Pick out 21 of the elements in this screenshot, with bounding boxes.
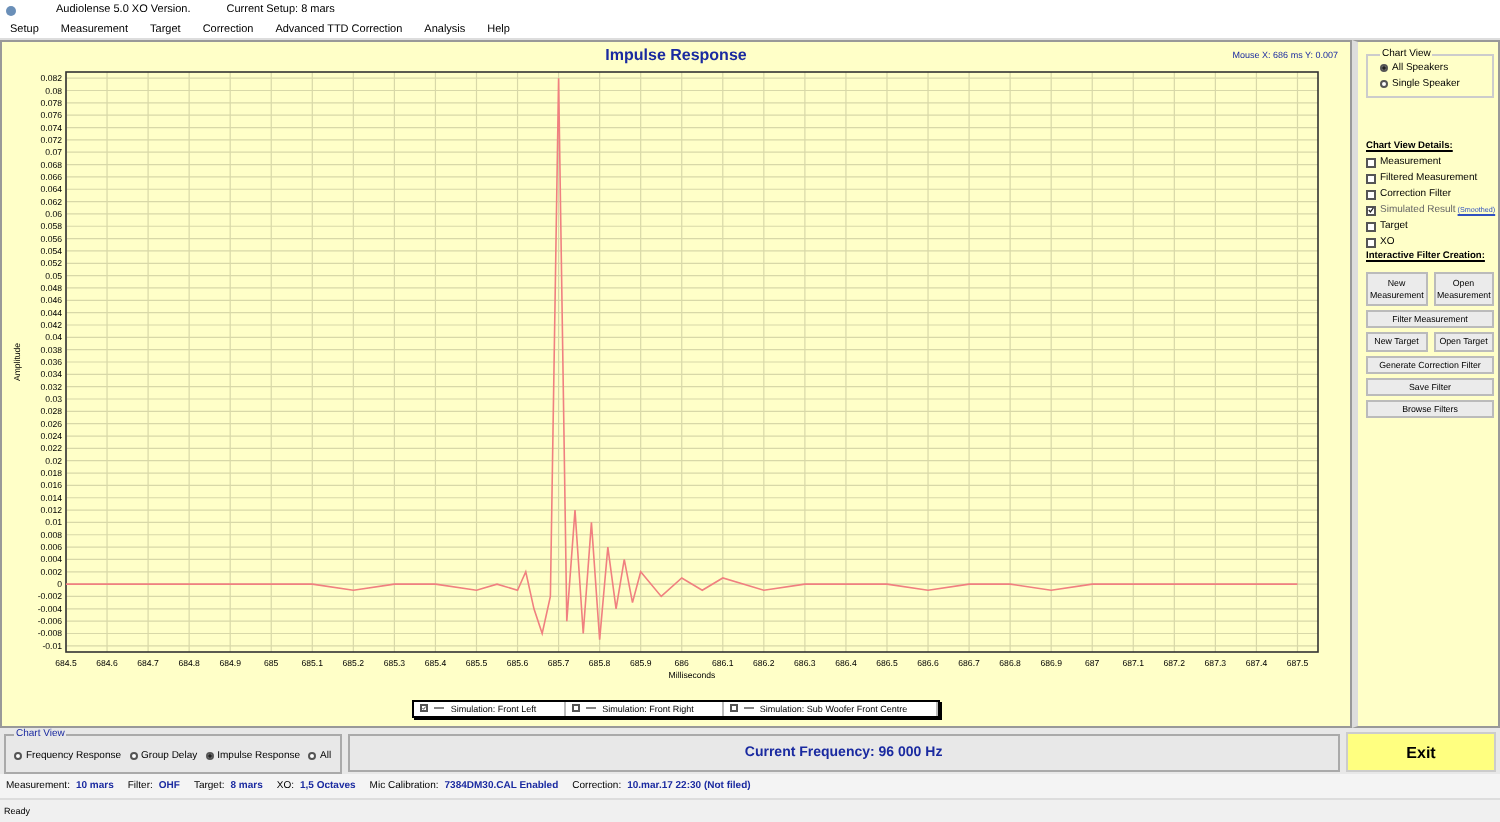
radio-button[interactable] — [129, 752, 138, 760]
checkbox[interactable] — [1366, 221, 1376, 231]
checkbox[interactable] — [1366, 173, 1376, 183]
legend-checkbox[interactable] — [420, 704, 429, 712]
radio-button[interactable] — [205, 752, 214, 760]
radio-button[interactable] — [1380, 80, 1388, 88]
radio-button[interactable] — [308, 752, 317, 760]
radio-button[interactable] — [1380, 64, 1388, 72]
checkbox[interactable] — [1366, 189, 1376, 199]
legend-checkbox[interactable] — [572, 704, 581, 712]
legend-checkbox[interactable] — [729, 704, 738, 712]
checkbox[interactable] — [1366, 157, 1376, 167]
app-icon — [6, 5, 16, 15]
checkbox[interactable] — [1366, 205, 1376, 215]
line-swatch-icon — [434, 706, 445, 710]
checkbox[interactable] — [1366, 237, 1376, 247]
line-swatch-icon — [743, 706, 754, 710]
exit-button[interactable]: Exit — [1346, 732, 1496, 772]
radio-button[interactable] — [14, 752, 22, 760]
chart-title: Impulse Response — [605, 45, 747, 63]
line-swatch-icon — [586, 706, 597, 710]
